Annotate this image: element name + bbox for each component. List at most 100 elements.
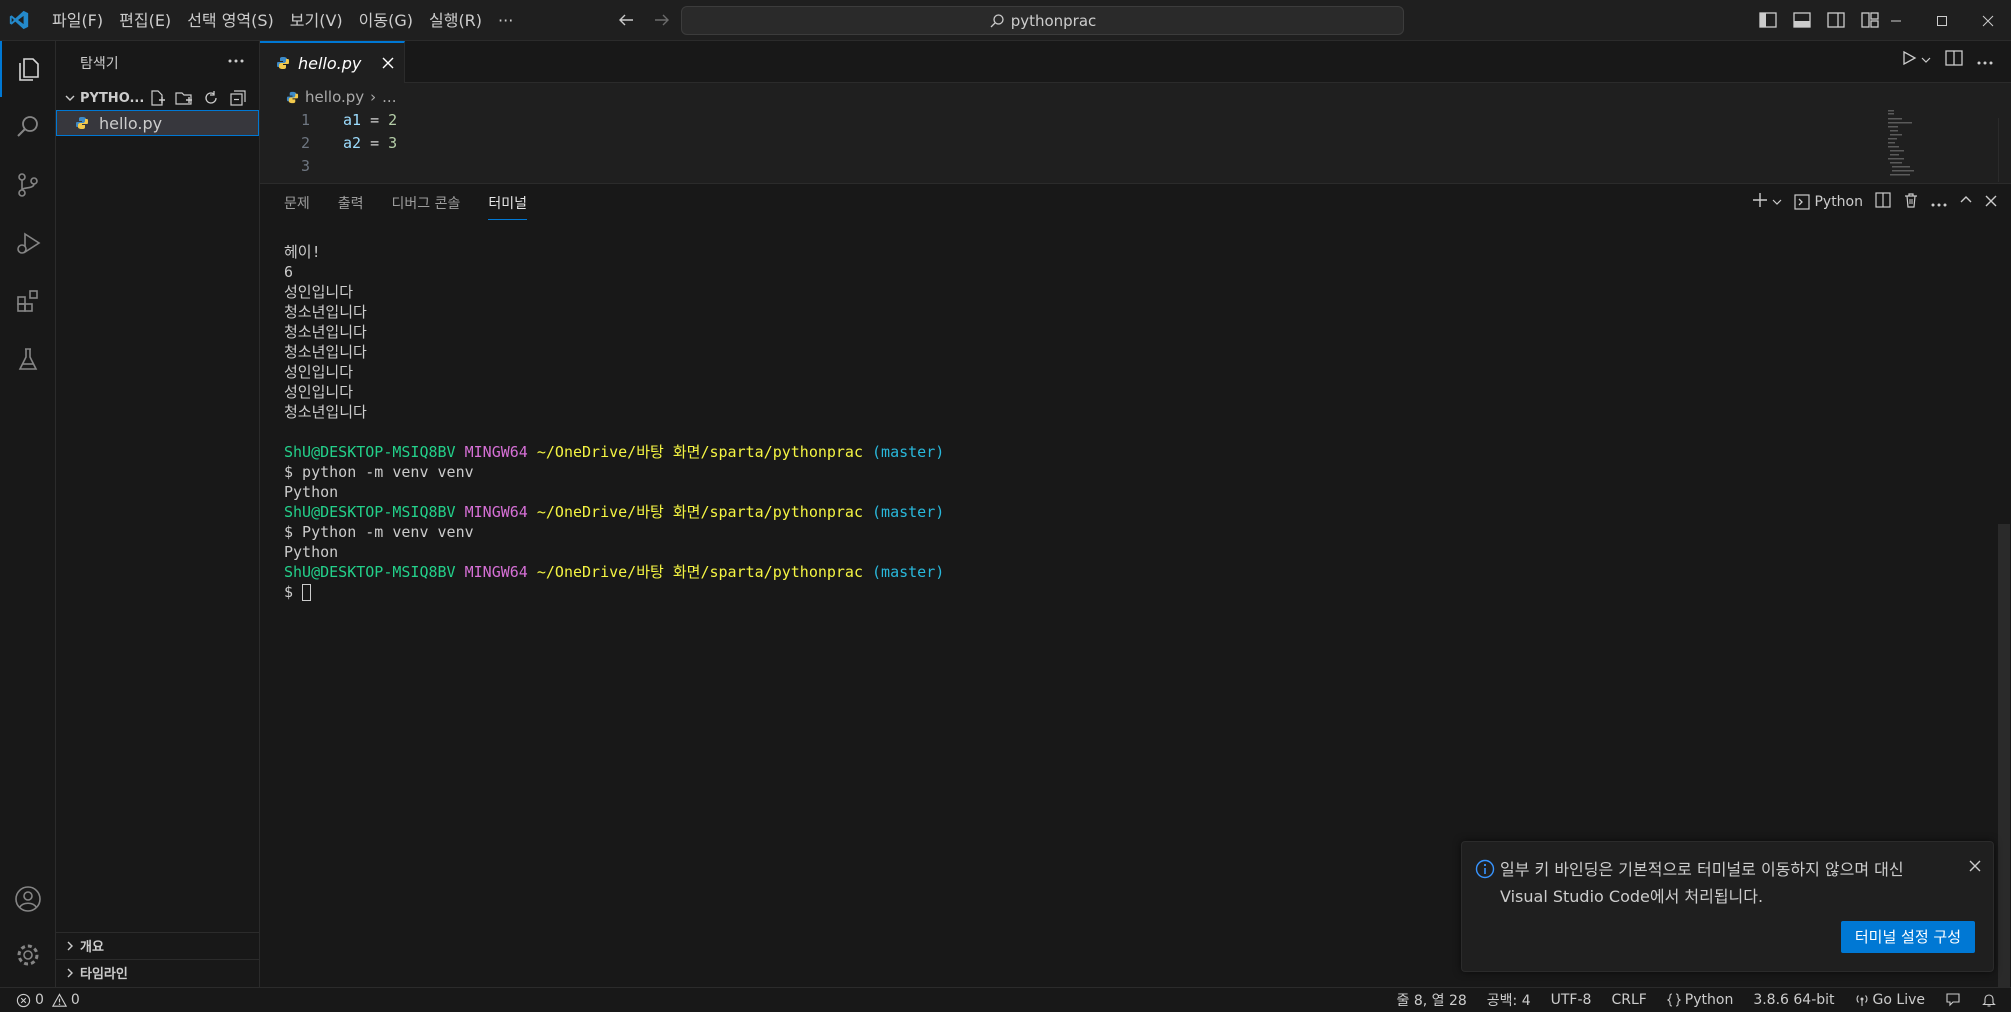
- python-interpreter[interactable]: 3.8.6 64-bit: [1753, 992, 1834, 1008]
- warning-count: 0: [70, 992, 80, 1008]
- end-of-line[interactable]: CRLF: [1611, 992, 1646, 1008]
- new-folder-icon[interactable]: [173, 87, 195, 109]
- close-tab-icon[interactable]: [382, 57, 394, 69]
- split-terminal-icon[interactable]: [1875, 192, 1891, 212]
- go-live-button[interactable]: Go Live: [1855, 992, 1925, 1008]
- maximize-icon[interactable]: [1919, 0, 1965, 41]
- timeline-section[interactable]: 타임라인: [56, 959, 260, 985]
- tab-problems[interactable]: 문제: [284, 184, 310, 224]
- toggle-panel-icon[interactable]: [1790, 8, 1814, 32]
- menu-edit[interactable]: 편집(E): [111, 0, 179, 41]
- menu-selection[interactable]: 선택 영역(S): [179, 0, 282, 41]
- go-live-label: Go Live: [1872, 992, 1925, 1008]
- explorer-sidebar: 탐색기 PYTHO... hello.py 개요 타임라인: [56, 41, 260, 987]
- terminal-prompt: ShU@DESKTOP-MSIQ8BV MINGW64 ~/OneDrive/바…: [284, 442, 944, 462]
- manage-gear-icon[interactable]: [0, 927, 56, 983]
- folder-name: PYTHO...: [80, 90, 144, 106]
- terminal-icon: [1794, 194, 1811, 210]
- terminal-scrollbar[interactable]: [1998, 524, 2010, 988]
- run-python-file-icon[interactable]: [1901, 50, 1917, 70]
- more-actions-icon[interactable]: [224, 49, 248, 73]
- code-line: 1 a1 = 2: [260, 108, 1960, 131]
- file-item-hello-py[interactable]: hello.py: [56, 110, 259, 136]
- kill-terminal-trash-icon[interactable]: [1903, 192, 1919, 212]
- menu-run[interactable]: 실행(R): [421, 0, 490, 41]
- close-window-icon[interactable]: [1965, 0, 2011, 41]
- menu-more[interactable]: ···: [490, 0, 521, 41]
- indentation[interactable]: 공백: 4: [1487, 990, 1531, 1010]
- prompt-path: ~/OneDrive/바탕 화면/sparta/pythonprac: [536, 563, 863, 581]
- problems-status[interactable]: 0 0: [16, 988, 80, 1012]
- minimize-icon[interactable]: [1873, 0, 1919, 41]
- editor-more-icon[interactable]: [1977, 51, 1993, 69]
- code-editor[interactable]: 1 a1 = 2 2 a2 = 3 3: [260, 108, 1960, 182]
- refresh-icon[interactable]: [200, 87, 222, 109]
- toggle-secondary-sidebar-icon[interactable]: [1824, 8, 1848, 32]
- menu-view[interactable]: 보기(V): [282, 0, 351, 41]
- tab-terminal[interactable]: 터미널: [488, 184, 527, 224]
- breadcrumb: hello.py › ...: [260, 84, 396, 110]
- terminal-line: 청소년입니다: [284, 343, 367, 361]
- panel-more-icon[interactable]: [1931, 193, 1947, 211]
- terminal-line: 청소년입니다: [284, 323, 367, 341]
- extensions-icon[interactable]: [0, 273, 56, 329]
- back-arrow-icon[interactable]: [614, 8, 638, 32]
- close-panel-icon[interactable]: [1985, 193, 1997, 211]
- new-terminal-plus-icon[interactable]: [1752, 192, 1768, 212]
- warning-icon: [51, 992, 67, 1007]
- testing-icon[interactable]: [0, 331, 56, 387]
- accounts-icon[interactable]: [0, 871, 56, 927]
- terminal-input-line[interactable]: $: [284, 582, 944, 602]
- run-debug-icon[interactable]: [0, 215, 56, 271]
- feedback-icon[interactable]: [1945, 992, 1961, 1008]
- encoding[interactable]: UTF-8: [1551, 992, 1592, 1008]
- maximize-panel-chevron-up-icon[interactable]: [1959, 193, 1973, 211]
- title-bar: 파일(F) 편집(E) 선택 영역(S) 보기(V) 이동(G) 실행(R) ·…: [0, 0, 2011, 41]
- notification-message: 일부 키 바인딩은 기본적으로 터미널로 이동하지 않으며 대신 Visual …: [1500, 856, 1950, 910]
- code-token-num: 2: [388, 110, 398, 129]
- split-editor-icon[interactable]: [1945, 50, 1963, 70]
- terminal-dropdown-chevron-icon[interactable]: [1772, 193, 1782, 211]
- menu-bar: 파일(F) 편집(E) 선택 영역(S) 보기(V) 이동(G) 실행(R) ·…: [44, 0, 521, 41]
- explorer-icon[interactable]: [0, 41, 56, 97]
- terminal-output[interactable]: 헤이! 6 성인입니다 청소년입니다 청소년입니다 청소년입니다 성인입니다 성…: [284, 242, 944, 602]
- editor-scrollbar[interactable]: [1998, 118, 2010, 182]
- code-token-op: =: [361, 133, 389, 152]
- breadcrumb-symbols[interactable]: ...: [382, 88, 396, 106]
- notification-message-line: Visual Studio Code에서 처리됩니다.: [1500, 887, 1764, 906]
- minimap[interactable]: [1886, 108, 1946, 180]
- prompt-user: ShU@DESKTOP-MSIQ8BV: [284, 503, 456, 521]
- toggle-primary-sidebar-icon[interactable]: [1756, 8, 1780, 32]
- cursor-position[interactable]: 줄 8, 열 28: [1396, 990, 1466, 1010]
- folder-header[interactable]: PYTHO...: [56, 86, 260, 110]
- outline-section[interactable]: 개요: [56, 932, 260, 958]
- close-notification-icon[interactable]: [1969, 858, 1981, 876]
- menu-go[interactable]: 이동(G): [351, 0, 421, 41]
- outline-label: 개요: [80, 940, 104, 955]
- terminal-instance[interactable]: Python: [1794, 194, 1863, 210]
- chevron-right-icon: [60, 940, 80, 952]
- tab-output[interactable]: 출력: [338, 184, 364, 224]
- terminal-line: 청소년입니다: [284, 403, 367, 421]
- source-control-icon[interactable]: [0, 157, 56, 213]
- python-file-icon: [286, 91, 299, 104]
- terminal-command: $ Python -m venv venv: [284, 523, 474, 541]
- search-icon[interactable]: [0, 99, 56, 155]
- command-center-search[interactable]: pythonprac: [681, 6, 1404, 35]
- prompt-branch: (master): [872, 443, 945, 461]
- tab-hello-py[interactable]: hello.py: [260, 41, 405, 83]
- breadcrumb-file[interactable]: hello.py: [305, 88, 364, 106]
- tab-debug-console[interactable]: 디버그 콘솔: [392, 184, 461, 224]
- forward-arrow-icon[interactable]: [650, 8, 674, 32]
- notifications-bell-icon[interactable]: [1981, 992, 1997, 1008]
- menu-file[interactable]: 파일(F): [44, 0, 111, 41]
- prompt-host: MINGW64: [464, 503, 528, 521]
- run-dropdown-chevron-icon[interactable]: [1921, 51, 1931, 69]
- configure-terminal-settings-button[interactable]: 터미널 설정 구성: [1840, 921, 1975, 953]
- info-icon: [1475, 859, 1495, 883]
- new-file-icon[interactable]: [146, 87, 168, 109]
- collapse-all-icon[interactable]: [227, 87, 249, 109]
- terminal-line: 청소년입니다: [284, 303, 367, 321]
- line-number: 2: [300, 133, 310, 152]
- language-mode[interactable]: Python: [1666, 992, 1733, 1008]
